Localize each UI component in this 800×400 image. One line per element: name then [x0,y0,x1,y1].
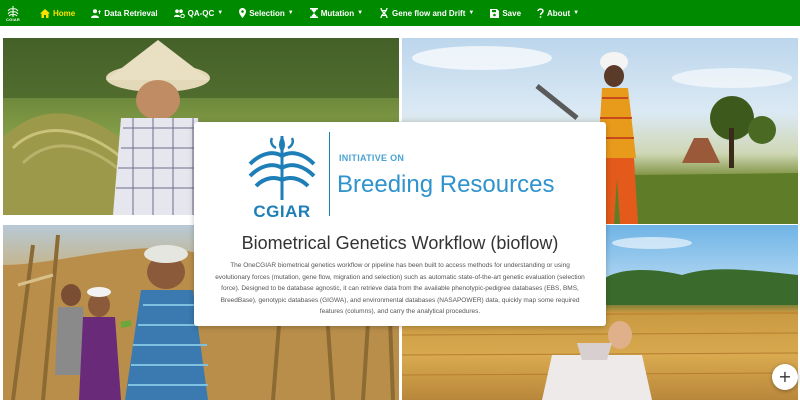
nav-item-selection[interactable]: Selection ▼ [231,0,302,26]
wheat-logo-icon [7,5,19,17]
add-button[interactable]: + [772,364,798,390]
nav-item-data-retrieval[interactable]: Data Retrieval [83,0,165,26]
nav-item-label: Home [53,8,76,18]
page-description: The OneCGIAR biometrical genetics workfl… [215,262,585,315]
home-icon [40,8,50,18]
initiative-name: Breeding Resources [337,171,555,198]
cgiar-wheat-icon [248,136,316,200]
cgiar-brand-logo[interactable]: CGIAR [0,0,26,26]
question-icon [537,8,544,18]
cgiar-logo: CGIAR [246,132,326,222]
nav-item-label: QA-QC [187,8,215,18]
map-pin-icon [239,8,247,18]
brand-text: CGIAR [6,16,20,22]
chevron-down-icon: ▼ [468,10,475,16]
chevron-down-icon: ▼ [573,10,580,16]
nav-item-gene-flow[interactable]: Gene flow and Drift ▼ [371,0,482,26]
nav-item-label: Gene flow and Drift [392,8,466,18]
save-icon [490,8,500,18]
nav-menu: Home Data Retrieval QA-QC ▼ Selection ▼ [32,0,587,26]
dna-icon [379,8,389,18]
initiative-label: INITIATIVE ON [339,153,405,163]
hourglass-icon [309,8,318,18]
plus-icon: + [778,367,792,386]
nav-item-about[interactable]: About ▼ [529,0,587,26]
nav-item-home[interactable]: Home [32,0,83,26]
chevron-down-icon: ▼ [357,10,364,16]
nav-item-label: Selection [249,8,285,18]
logo-wordmark: CGIAR [253,202,311,221]
nav-item-save[interactable]: Save [482,0,529,26]
intro-card: CGIAR INITIATIVE ON Breeding Resources B… [194,122,606,326]
chevron-down-icon: ▼ [287,10,294,16]
nav-item-mutation[interactable]: Mutation ▼ [302,0,371,26]
nav-item-label: Mutation [320,8,355,18]
nav-item-label: Save [502,8,522,18]
page-title: Biometrical Genetics Workflow (bioflow) [241,233,559,253]
nav-item-label: Data Retrieval [104,8,158,18]
logo-divider [329,132,330,216]
chevron-down-icon: ▼ [217,10,224,16]
nav-item-label: About [547,8,571,18]
users-cog-icon [173,8,185,18]
top-navbar: CGIAR Home Data Retrieval QA-QC ▼ Select… [0,0,800,26]
user-upload-icon [91,8,102,18]
nav-item-qa-qc[interactable]: QA-QC ▼ [166,0,232,26]
